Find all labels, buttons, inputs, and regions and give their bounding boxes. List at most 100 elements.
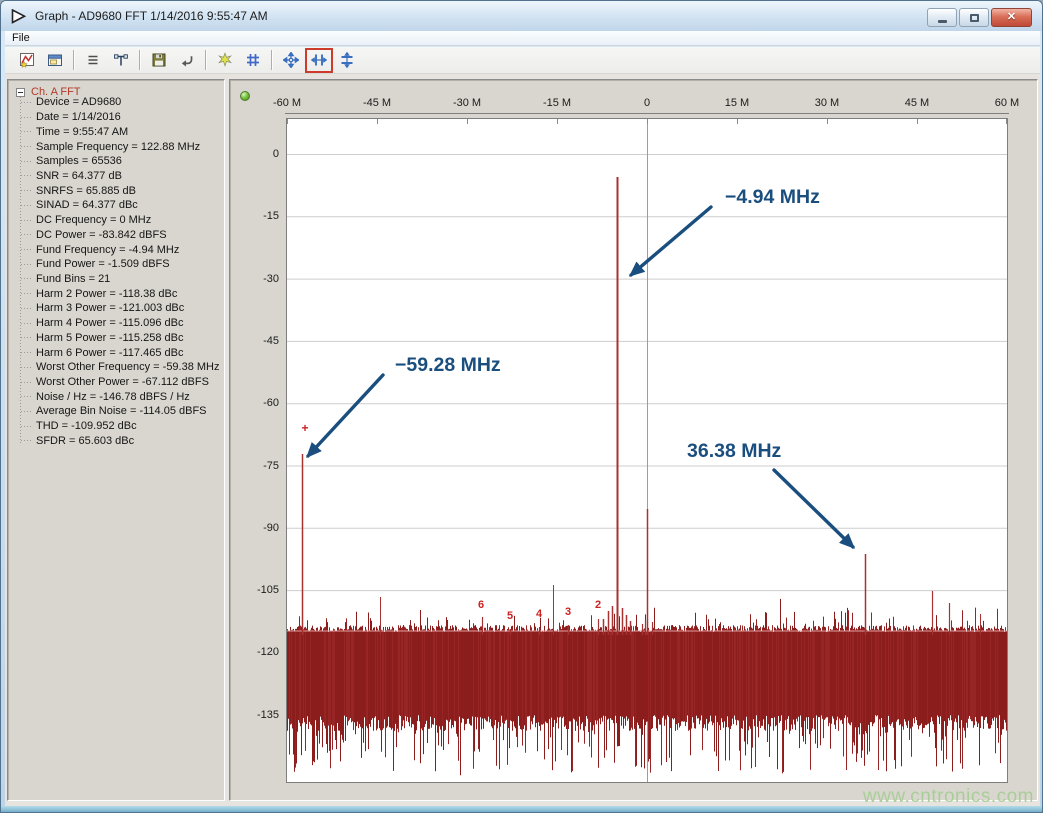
minimize-icon (938, 20, 947, 23)
tree-item[interactable]: SNRFS = 65.885 dB (21, 183, 222, 198)
tree-item[interactable]: Noise / Hz = -146.78 dBFS / Hz (21, 389, 222, 404)
x-tick-label: -45 M (363, 97, 391, 109)
x-tick-label: -60 M (273, 97, 301, 109)
toolbar-button-undo-export[interactable] (174, 49, 200, 72)
toolbar-button-pan-zoom[interactable] (278, 49, 304, 72)
tree-dash (21, 308, 32, 309)
tree-item[interactable]: Harm 3 Power = -121.003 dBc (21, 301, 222, 316)
tree-item[interactable]: SFDR = 65.603 dBc (21, 434, 222, 449)
tree-item-label: Harm 4 Power = -115.096 dBc (36, 317, 183, 329)
toolbar-button-zoom-vertical[interactable] (334, 49, 360, 72)
cursor-icon (113, 52, 129, 68)
y-tick-label: -60 (245, 397, 279, 409)
menu-file[interactable]: File (5, 31, 37, 45)
zoom-vertical-icon (339, 52, 355, 68)
tree-item[interactable]: Samples = 65536 (21, 154, 222, 169)
tree-item[interactable]: Harm 6 Power = -117.465 dBc (21, 345, 222, 360)
tree-item-label: THD = -109.952 dBc (36, 420, 137, 432)
tree-item[interactable]: SNR = 64.377 dB (21, 169, 222, 184)
tree-item-label: SNRFS = 65.885 dB (36, 185, 136, 197)
toolbar-button-window-settings[interactable] (42, 49, 68, 72)
harmonic-marker-label: 5 (507, 610, 513, 622)
y-tick-label: -75 (245, 460, 279, 472)
y-tick-label: -15 (245, 210, 279, 222)
tree-dash (21, 249, 32, 250)
tree-items: Device = AD9680 Date = 1/14/2016Time = 9:… (21, 95, 222, 448)
harmonic-marker-label: 3 (565, 606, 571, 618)
tree-item[interactable]: Average Bin Noise = -114.05 dBFS (21, 404, 222, 419)
watermark: www.cntronics.com (863, 786, 1034, 808)
tree-dash (21, 426, 32, 427)
x-tick-label: 60 M (995, 97, 1019, 109)
tree-item[interactable]: THD = -109.952 dBc (21, 419, 222, 434)
tree-dash (21, 278, 32, 279)
tree-item-label: Device = AD9680 (36, 96, 121, 108)
tree-item-label: Harm 2 Power = -118.38 dBc (36, 288, 177, 300)
tree-dash (21, 264, 32, 265)
tree-dash (21, 102, 32, 103)
tree-dash (21, 293, 32, 294)
toolbar-button-grid[interactable] (240, 49, 266, 72)
tree-item[interactable]: Harm 2 Power = -118.38 dBc (21, 286, 222, 301)
tree-item[interactable]: DC Power = -83.842 dBFS (21, 227, 222, 242)
run-arrow-icon (11, 9, 27, 24)
title-bar[interactable]: Graph - AD9680 FFT 1/14/2016 9:55:47 AM … (1, 1, 1042, 31)
toolbar-button-cursor[interactable] (108, 49, 134, 72)
tree-item[interactable]: Harm 4 Power = -115.096 dBc (21, 316, 222, 331)
annotation-arrow (774, 470, 853, 547)
tree-item[interactable]: Date = 1/14/2016 (21, 110, 222, 125)
tree-dash (21, 382, 32, 383)
toolbar-button-chart-export[interactable] (14, 49, 40, 72)
tree-dash (21, 146, 32, 147)
x-tick-label: 30 M (815, 97, 839, 109)
tree-item[interactable]: Time = 9:55:47 AM (21, 124, 222, 139)
tree-item[interactable]: Fund Power = -1.509 dBFS (21, 257, 222, 272)
toolbar-separator (73, 50, 75, 70)
window-title: Graph - AD9680 FFT 1/14/2016 9:55:47 AM (35, 9, 268, 23)
tree-dash (21, 367, 32, 368)
harmonic-marker-label: 2 (595, 599, 601, 611)
y-tick-label: -105 (245, 584, 279, 596)
y-tick-label: 0 (245, 148, 279, 160)
tree-item[interactable]: SINAD = 64.377 dBc (21, 198, 222, 213)
tree-item-label: Harm 3 Power = -121.003 dBc (36, 302, 184, 314)
minimize-button[interactable] (927, 8, 957, 27)
tree-item-label: Average Bin Noise = -114.05 dBFS (36, 405, 207, 417)
tree-item[interactable]: DC Frequency = 0 MHz (21, 213, 222, 228)
tree-item[interactable]: Harm 5 Power = -115.258 dBc (21, 331, 222, 346)
toolbar-button-save[interactable] (146, 49, 172, 72)
tree-item[interactable]: Fund Bins = 21 (21, 272, 222, 287)
tree-item-label: Date = 1/14/2016 (36, 111, 121, 123)
tree-item[interactable]: Worst Other Power = -67.112 dBFS (21, 375, 222, 390)
toolbar-separator (205, 50, 207, 70)
tree-dash (21, 352, 32, 353)
y-tick-label: -135 (245, 709, 279, 721)
tree-item[interactable]: Worst Other Frequency = -59.38 MHz (21, 360, 222, 375)
tree-dash (21, 396, 32, 397)
undo-export-icon (179, 52, 195, 68)
tree-item-label: Sample Frequency = 122.88 MHz (36, 141, 200, 153)
toolbar-button-zoom-horizontal[interactable] (306, 49, 332, 72)
tree-item-label: Worst Other Power = -67.112 dBFS (36, 376, 209, 388)
tree-dash (21, 117, 32, 118)
tree-item-label: DC Power = -83.842 dBFS (36, 229, 167, 241)
graph-panel: -60 M-45 M-30 M-15 M015 M30 M45 M60 M 0-… (229, 79, 1038, 801)
close-button[interactable]: ✕ (991, 8, 1032, 27)
toolbar-button-highlight-star[interactable] (212, 49, 238, 72)
tree-item[interactable]: Fund Frequency = -4.94 MHz (21, 242, 222, 257)
fft-results-tree-panel: Ch. A FFT Device = AD9680Date = 1/14/201… (7, 79, 225, 801)
chart-export-icon (19, 52, 35, 68)
status-led-icon (240, 91, 250, 101)
tree-dash (21, 175, 32, 176)
x-tick-label: 0 (644, 97, 650, 109)
highlight-star-icon (217, 52, 233, 68)
tree-item[interactable]: Device = AD9680 (21, 95, 222, 110)
tree-item[interactable]: Sample Frequency = 122.88 MHz (21, 139, 222, 154)
toolbar-separator (139, 50, 141, 70)
fft-plot[interactable]: 23456+−4.94 MHz−59.28 MHz36.38 MHz (287, 119, 1007, 782)
maximize-button[interactable] (959, 8, 989, 27)
tree-dash (21, 411, 32, 412)
tree-item-label: SINAD = 64.377 dBc (36, 199, 138, 211)
toolbar-button-list[interactable] (80, 49, 106, 72)
tree-item-label: Harm 5 Power = -115.258 dBc (36, 332, 183, 344)
